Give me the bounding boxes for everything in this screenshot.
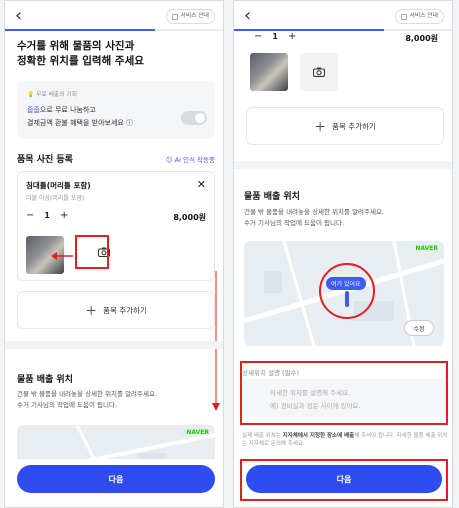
plus-button[interactable]: + [288,31,296,42]
location-memo-textarea[interactable]: 자세한 위치를 설명해 주세요. 예) 경비실과 정문 사이에 있어요. [242,379,446,417]
quantity-stepper: − 1 + [254,31,296,42]
guide-icon [172,13,179,20]
right-screen: ‹ 서비스 안내 − 1 + 8,000원 ＋ 품목 추가하기 물품 배출 위치… [233,0,453,508]
location-section-title: 물품 배출 위치 [244,192,300,202]
add-item-label: 품목 추가하기 [332,121,376,131]
page-title: 수거를 위해 물품의 사진과 정확한 위치를 입력해 주세요 [17,39,144,69]
guide-icon [401,13,408,20]
location-pin-icon[interactable] [345,291,349,307]
plus-icon: ＋ [85,303,98,318]
quantity-value: 1 [44,211,50,220]
photo-section-title: 품목 사진 등록 [17,155,73,165]
quantity-stepper: − 1 + [26,210,68,221]
service-guide-button[interactable]: 서비스 안내 [395,9,444,24]
top-bar: ‹ 서비스 안내 [5,5,223,29]
minus-button[interactable]: − [26,210,34,221]
service-guide-label: 서비스 안내 [180,13,209,19]
promo-line-1: 줍줍으로 무료 나눔하고 [27,106,96,114]
left-screen: ‹ 서비스 안내 수거를 위해 물품의 사진과 정확한 위치를 입력해 주세요 … [4,0,224,508]
minus-button[interactable]: − [254,31,262,42]
camera-icon [313,67,325,77]
ai-status-label: ☺ AI 인식 작동중 [165,156,215,164]
naver-logo: NAVER [186,429,209,436]
item-name: 침대틀(머리틀 포함) [26,181,91,190]
edit-location-button[interactable]: 수정 [404,320,434,336]
service-guide-button[interactable]: 서비스 안내 [166,9,215,24]
naver-logo: NAVER [415,245,438,252]
memo-label: 상세위치 설명 (필수) [242,369,300,377]
pin-label: 여기 있어요 [326,277,366,290]
add-item-button[interactable]: ＋ 품목 추가하기 [246,107,444,145]
location-map[interactable]: NAVER 여기 있어요 수정 [244,241,444,346]
disposal-notice: 실제 배출 위치는 지자체에서 지정한 장소에 배출해 주셔야 합니다. 자세한… [242,433,448,447]
arrow-icon [51,252,73,260]
item-subtitle: 더블 이상(머리틀 포함) [26,195,85,202]
info-icon[interactable]: ⓘ [126,119,133,127]
title-line-1: 수거를 위해 물품의 사진과 [17,40,135,52]
camera-button[interactable] [300,53,338,91]
item-photo[interactable] [250,53,288,91]
add-item-label: 품목 추가하기 [103,305,147,315]
next-button[interactable]: 다음 [246,465,442,493]
section-divider [234,161,452,169]
memo-placeholder-line-2: 예) 경비실과 정문 사이에 있어요. [270,402,361,410]
next-button[interactable]: 다음 [17,465,215,493]
location-description: 건물 밖 물품을 내려놓을 상세한 위치를 알려주세요. 수거 기사님의 작업에… [17,390,158,409]
item-price: 8,000원 [173,213,206,222]
quantity-value: 1 [272,32,278,41]
memo-placeholder-line-1: 자세한 위치를 설명해 주세요. [270,389,351,397]
camera-highlight-box [75,235,109,269]
location-description: 건물 밖 물품을 내려놓을 상세한 위치를 알려주세요. 수거 기사님의 작업에… [244,208,385,227]
item-price: 8,000원 [405,34,438,43]
plus-button[interactable]: + [60,210,68,221]
section-divider [5,341,223,349]
location-section-title: 물품 배출 위치 [17,375,73,385]
promo-toggle[interactable] [181,111,207,125]
back-icon[interactable]: ‹ [15,7,22,25]
item-card: 침대틀(머리틀 포함) 더블 이상(머리틀 포함) ✕ − 1 + 8,000원 [17,171,215,281]
promo-line-2: 결제금액 환불 혜택을 받아보세요 ⓘ [27,119,134,127]
add-item-button[interactable]: ＋ 품목 추가하기 [17,291,215,329]
promo-card: 💡 무료 배출의 기회 줍줍으로 무료 나눔하고 결제금액 환불 혜택을 받아보… [17,81,215,139]
promo-tag: 💡 무료 배출의 기회 [27,92,78,98]
title-line-2: 정확한 위치를 입력해 주세요 [17,55,144,67]
plus-icon: ＋ [314,119,327,134]
back-icon[interactable]: ‹ [244,7,251,25]
top-bar: ‹ 서비스 안내 [234,5,452,29]
service-guide-label: 서비스 안내 [409,13,438,19]
close-icon[interactable]: ✕ [197,178,206,191]
progress-fill [5,29,155,31]
